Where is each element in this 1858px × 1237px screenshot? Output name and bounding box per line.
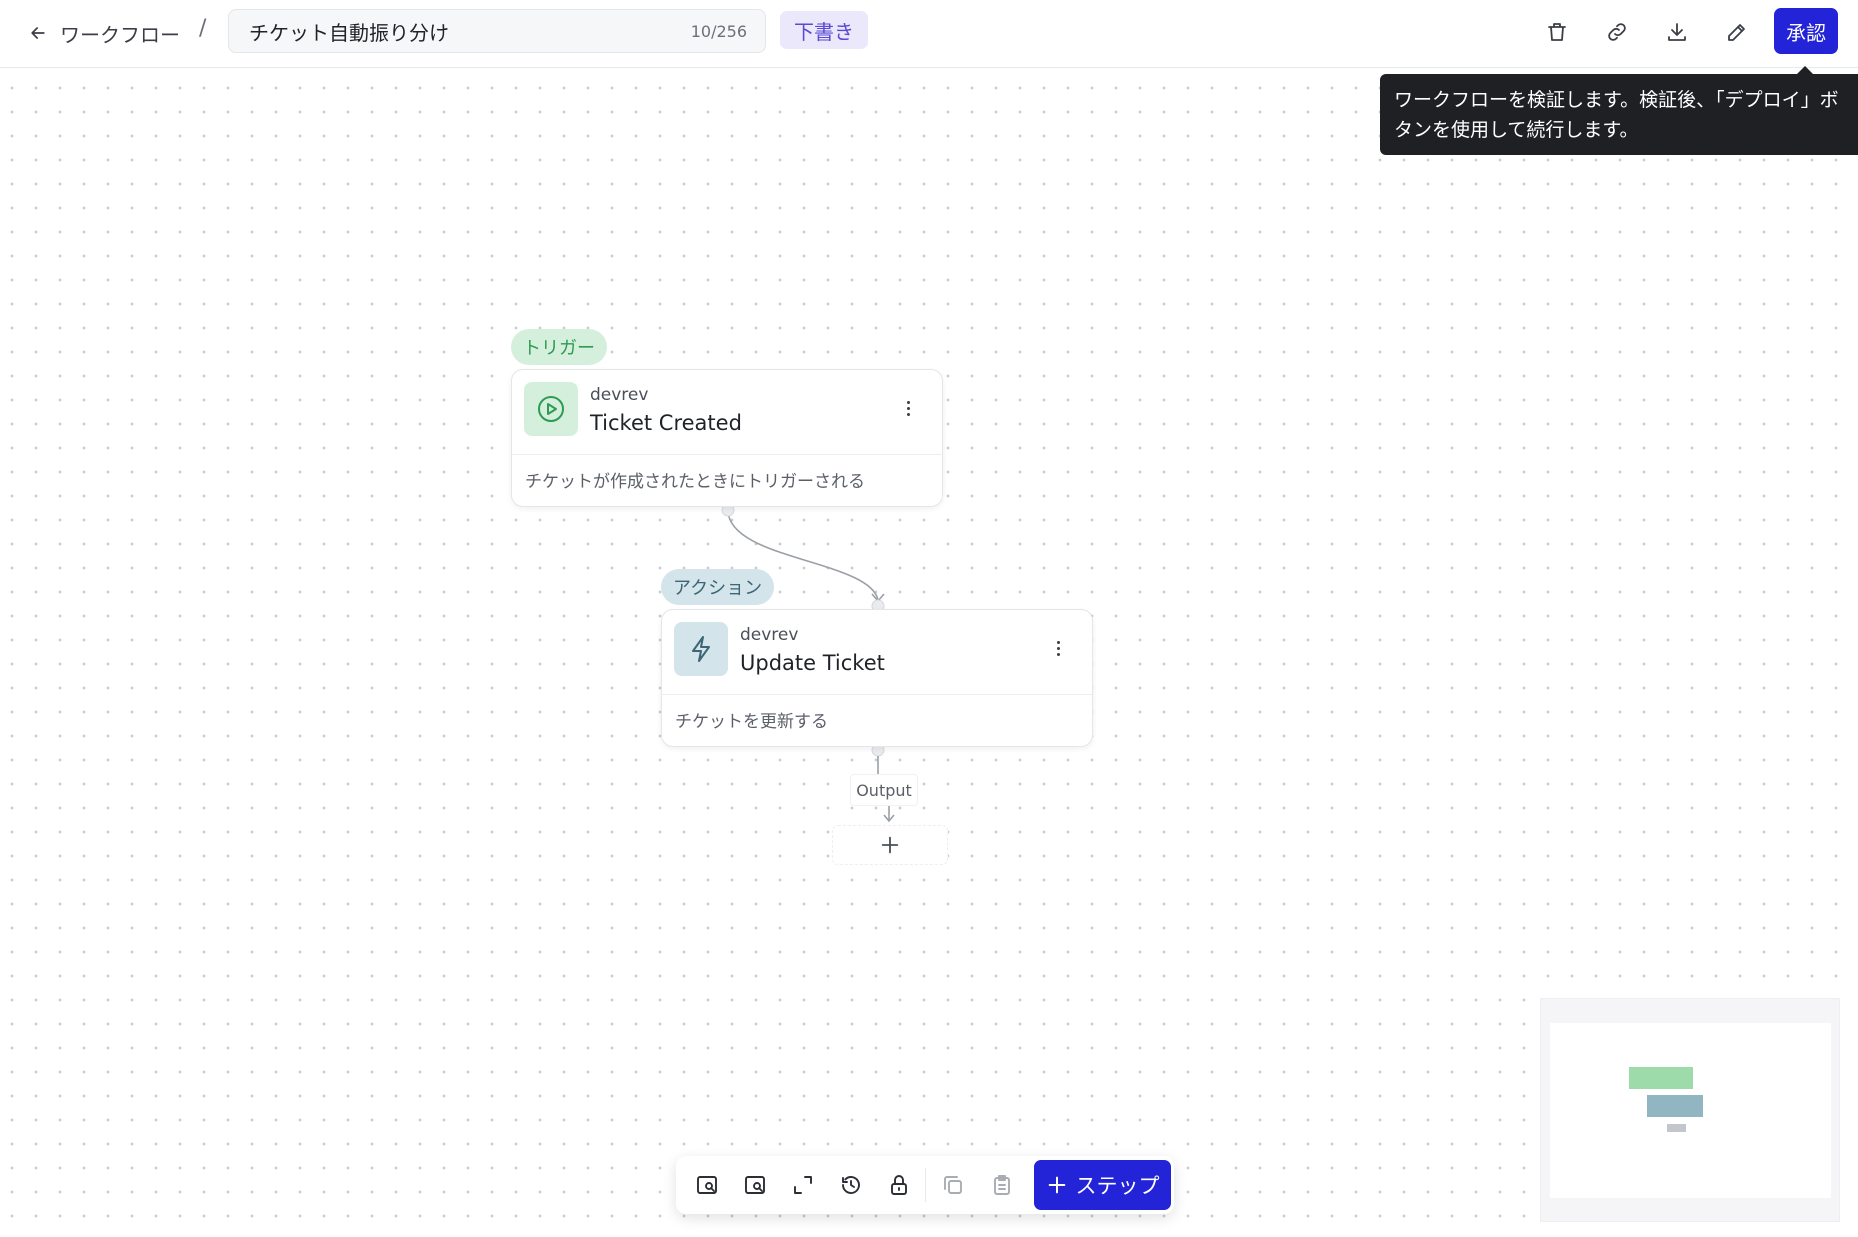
toolbar-divider <box>925 1168 926 1202</box>
add-step-button[interactable]: ステップ <box>1034 1160 1171 1210</box>
minimap-viewport <box>1550 1023 1831 1198</box>
minimap-trigger-node <box>1629 1067 1693 1089</box>
top-bar: ワークフロー / チケット自動振り分け 10/256 下書き 承認 <box>0 0 1858 68</box>
fit-view-button[interactable] <box>783 1165 823 1205</box>
more-dot <box>906 412 910 416</box>
zoom-in-button[interactable] <box>687 1165 727 1205</box>
tooltip-line-1: ワークフローを検証します。検証後、「デプロイ」ボ <box>1394 89 1839 111</box>
action-node-menu-button[interactable] <box>1050 634 1066 662</box>
play-circle-icon <box>538 396 564 422</box>
download-icon <box>1668 23 1686 41</box>
approve-button[interactable]: 承認 <box>1774 8 1838 54</box>
trigger-tag: トリガー <box>511 329 607 365</box>
plus-icon <box>881 836 899 854</box>
action-node-description: チケットを更新する <box>675 712 828 732</box>
output-label: Output <box>850 774 918 806</box>
lock-icon <box>891 1175 907 1195</box>
trigger-node-provider: devrev <box>590 385 649 405</box>
trigger-node-menu-button[interactable] <box>900 394 916 422</box>
trash-icon <box>1548 23 1566 41</box>
trigger-node[interactable]: devrev Ticket Created チケットが作成されたときにトリガーさ… <box>511 369 943 507</box>
zoom-out-icon <box>745 1176 765 1194</box>
link-icon <box>1608 23 1626 41</box>
fit-view-icon <box>794 1176 812 1194</box>
minimap[interactable] <box>1540 998 1840 1222</box>
paste-button[interactable] <box>982 1165 1022 1205</box>
edit-button[interactable] <box>1717 12 1757 52</box>
tooltip-line-2: タンを使用して続行します。 <box>1394 119 1639 141</box>
add-step-label: ステップ <box>1075 1174 1160 1198</box>
edit-icon <box>1728 24 1745 41</box>
more-dot <box>1056 640 1060 644</box>
more-dot <box>906 406 910 410</box>
action-node-name: Update Ticket <box>740 651 885 675</box>
char-count: 10/256 <box>690 21 747 41</box>
clipboard-icon <box>994 1175 1010 1195</box>
trigger-node-name: Ticket Created <box>590 411 742 435</box>
arrow-left-icon <box>31 27 45 39</box>
edge-arrow-2 <box>883 814 895 823</box>
lock-button[interactable] <box>879 1165 919 1205</box>
workflow-name-value: チケット自動振り分け <box>249 20 449 45</box>
back-to-workflows-link[interactable]: ワークフロー <box>28 16 180 50</box>
action-node-provider: devrev <box>740 625 799 645</box>
history-button[interactable] <box>831 1165 871 1205</box>
copy-button[interactable] <box>933 1165 973 1205</box>
copy-link-button[interactable] <box>1597 12 1637 52</box>
more-dot <box>1056 652 1060 656</box>
zoom-out-button[interactable] <box>735 1165 775 1205</box>
approve-tooltip: ワークフローを検証します。検証後、「デプロイ」ボ タンを使用して続行します。 <box>1380 74 1858 155</box>
more-dot <box>1056 646 1060 650</box>
lightning-icon <box>692 636 710 662</box>
minimap-add-node <box>1667 1124 1686 1132</box>
delete-button[interactable] <box>1537 12 1577 52</box>
trigger-node-description: チケットが作成されたときにトリガーされる <box>525 472 865 492</box>
action-tag: アクション <box>661 569 775 605</box>
zoom-in-icon <box>697 1176 717 1194</box>
workflow-name-input[interactable]: チケット自動振り分け 10/256 <box>228 9 766 53</box>
more-dot <box>906 400 910 404</box>
add-next-step-button[interactable] <box>832 825 948 865</box>
download-button[interactable] <box>1657 12 1697 52</box>
action-node[interactable]: devrev Update Ticket チケットを更新する <box>661 609 1093 747</box>
copy-icon <box>944 1176 962 1194</box>
plus-icon <box>1048 1176 1065 1194</box>
back-label: ワークフロー <box>60 22 180 47</box>
status-badge: 下書き <box>780 11 868 49</box>
trigger-node-icon-box <box>524 382 578 436</box>
canvas-toolbar: ステップ <box>676 1156 1174 1214</box>
breadcrumb-separator: / <box>199 16 207 41</box>
edge-arrow-1 <box>871 593 885 603</box>
action-node-header: devrev Update Ticket <box>662 610 1092 695</box>
action-node-icon-box <box>674 622 728 676</box>
minimap-action-node <box>1647 1095 1703 1117</box>
trigger-node-header: devrev Ticket Created <box>512 370 942 455</box>
history-icon <box>842 1176 860 1194</box>
